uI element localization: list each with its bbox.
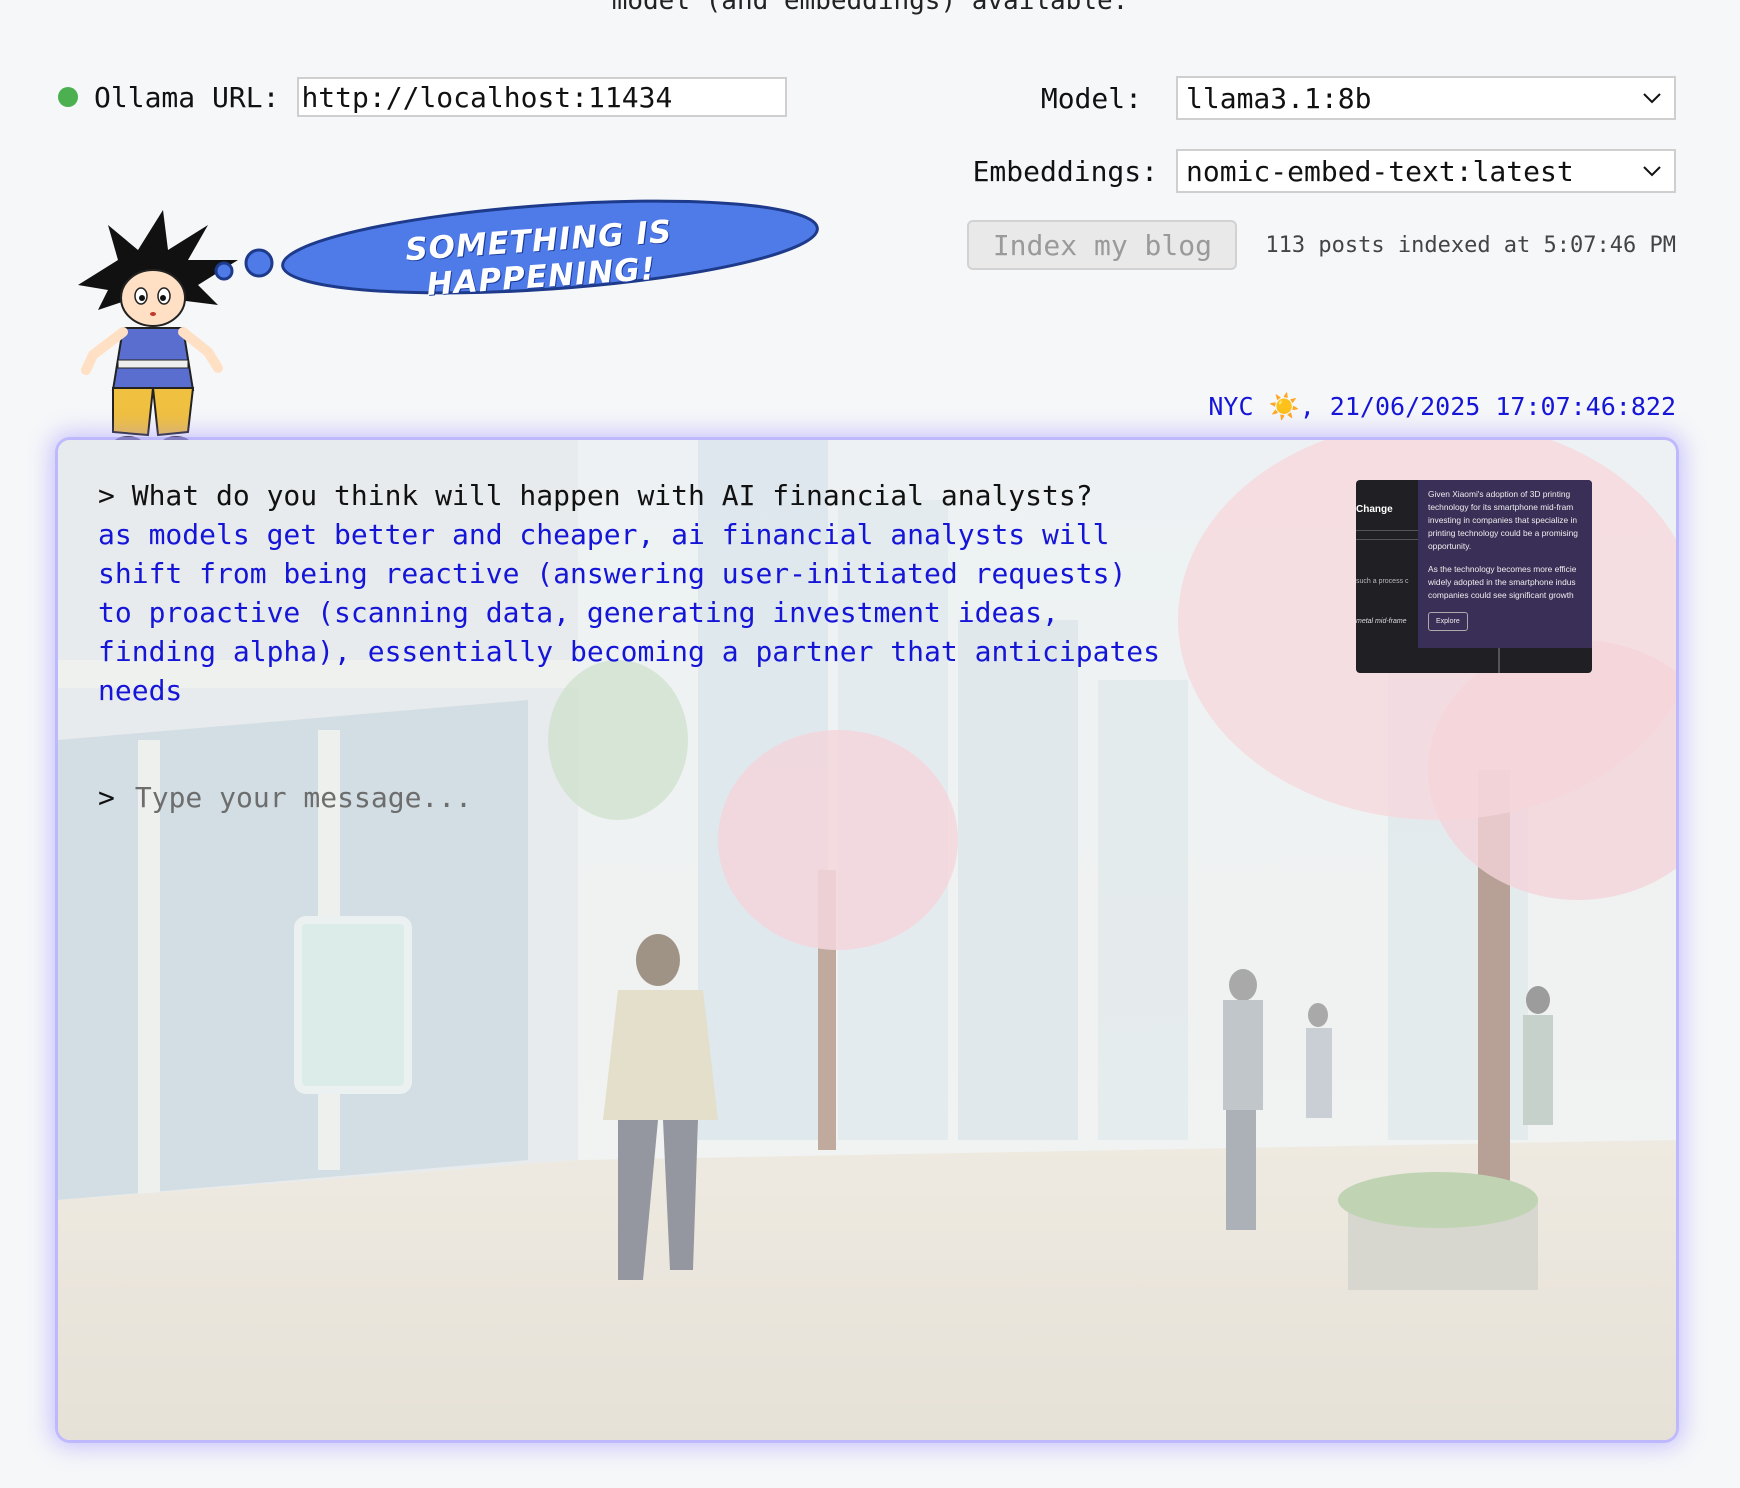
chevron-down-icon (1642, 165, 1662, 177)
assistant-answer: as models get better and cheaper, ai fin… (98, 518, 1161, 707)
model-selected-value: llama3.1:8b (1186, 81, 1372, 115)
model-label: Model: (1040, 81, 1142, 115)
message-input[interactable] (132, 780, 1037, 815)
ollama-url-input[interactable] (297, 77, 788, 117)
index-row: Index my blog 113 posts indexed at 5:07:… (967, 220, 1676, 270)
thumbnail-summary-panel: Given Xiaomi's adoption of 3D printing t… (1418, 480, 1592, 648)
top-note: model (and embeddings) available. (611, 0, 1129, 16)
thumbnail-snippet: such a process c (1356, 578, 1409, 585)
ollama-url-label: Ollama URL: (94, 80, 280, 114)
thumbnail-paragraph: As the technology becomes more efficie w… (1428, 564, 1577, 600)
chat-panel: > What do you think will happen with AI … (58, 440, 1676, 1440)
embeddings-selected-value: nomic-embed-text:latest (1186, 154, 1574, 188)
chevron-down-icon (1642, 92, 1662, 104)
message-row: > (98, 780, 1037, 815)
article-thumbnail[interactable]: Change such a process c metal mid-frame … (1356, 480, 1592, 673)
thumbnail-paragraph: Given Xiaomi's adoption of 3D printing t… (1428, 489, 1578, 551)
embeddings-row: Embeddings: nomic-embed-text:latest (973, 149, 1676, 193)
ollama-url-row: Ollama URL: (58, 76, 788, 118)
connection-status-icon (58, 87, 78, 107)
location-clock: NYC ☀️, 21/06/2025 17:07:46:822 (1208, 392, 1676, 421)
chat-history: > What do you think will happen with AI … (98, 476, 1198, 710)
thumbnail-tag-strip (1356, 530, 1418, 540)
prompt-symbol: > (98, 781, 115, 814)
index-blog-button[interactable]: Index my blog (967, 220, 1238, 270)
thumbnail-snippet: metal mid-frame (1356, 618, 1407, 625)
thumbnail-title: Change (1356, 504, 1393, 515)
thumbnail-divider (1498, 648, 1500, 673)
model-select[interactable]: llama3.1:8b (1176, 76, 1676, 120)
embeddings-select[interactable]: nomic-embed-text:latest (1176, 149, 1676, 193)
model-row: Model: llama3.1:8b (1041, 76, 1676, 120)
thought-bubble: SOMETHING IS HAPPENING! (210, 195, 830, 305)
index-status-text: 113 posts indexed at 5:07:46 PM (1265, 232, 1676, 258)
embeddings-label: Embeddings: (972, 154, 1158, 188)
user-question: > What do you think will happen with AI … (98, 479, 1093, 512)
thumbnail-explore-button[interactable]: Explore (1428, 612, 1468, 631)
thumbnail-left-pane: Change such a process c metal mid-frame (1356, 480, 1418, 673)
